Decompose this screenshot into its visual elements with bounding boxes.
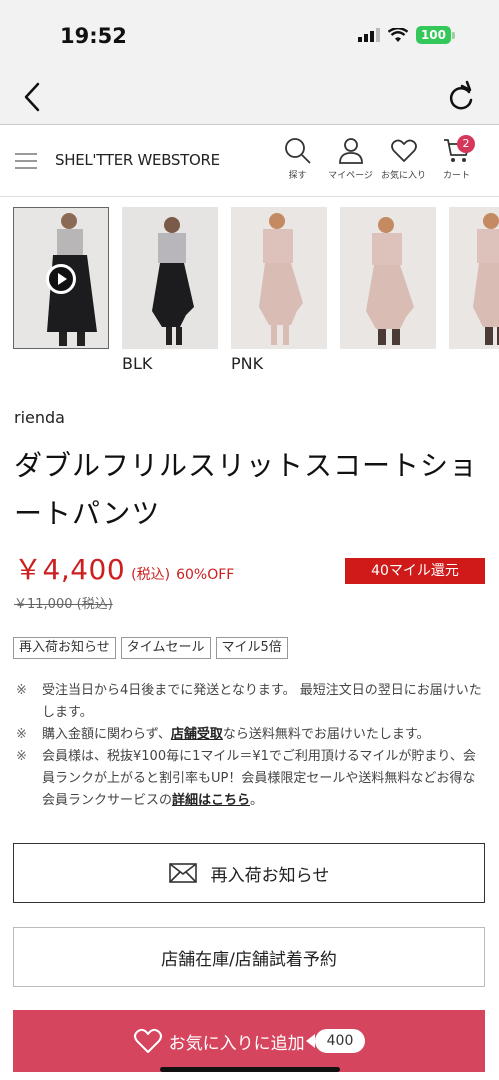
note-mark: ※ [16, 727, 27, 742]
home-indicator [160, 1067, 340, 1072]
thumbnail-video[interactable] [13, 207, 109, 349]
favorites-button[interactable]: お気に入り [377, 137, 430, 181]
battery-tip [452, 31, 455, 39]
tag-timesale: タイムセール [120, 637, 211, 659]
tag-list: 再入荷お知らせ タイムセール マイル5倍 [13, 637, 288, 659]
note-store-pre: 購入金額に関わらず、 [42, 727, 171, 742]
add-favorite-button[interactable]: お気に入りに追加 400 [13, 1010, 485, 1072]
menu-icon[interactable] [15, 153, 37, 169]
site-header: SHEL'TTER WEBSTORE 探す マイページ お気に入り カート 2 [0, 125, 499, 197]
note-member: ※ 会員様は、税抜¥100毎に1マイル＝¥1でご利用頂けるマイルが貯まり、会員ラ… [16, 746, 486, 812]
store-stock-label: 店舗在庫/店舗試着予約 [161, 949, 337, 970]
cart-label: カート [442, 171, 470, 181]
status-bar: 19:52 100 [0, 0, 499, 70]
thumbnail-pink-2[interactable] [340, 207, 436, 349]
cart-button[interactable]: カート 2 [430, 135, 483, 181]
price-row: ￥4,400 (税込) 60%OFF [14, 548, 234, 588]
wifi-icon [387, 27, 408, 42]
site-logo[interactable]: SHEL'TTER WEBSTORE [55, 151, 220, 169]
reload-icon[interactable] [445, 80, 477, 114]
product-title: ダブルフリルスリットスコートショートパンツ [14, 449, 479, 530]
status-icons: 100 [357, 26, 455, 44]
play-icon[interactable] [46, 264, 76, 294]
tag-mile: マイル5倍 [215, 637, 288, 659]
note-store-post: なら送料無料でお届けいたします。 [222, 727, 430, 742]
tax-label: (税込) [131, 567, 171, 583]
note-shipping: ※ 受注当日から4日後までに発送となります。 最短注文日の翌日にお届けいたします… [16, 680, 486, 724]
add-favorite-label: お気に入りに追加 [168, 1033, 305, 1054]
thumbnail-strip: BLK PNK [0, 197, 499, 377]
mypage-label: マイページ [328, 171, 373, 181]
status-time: 19:52 [60, 24, 127, 48]
browser-nav [0, 70, 499, 125]
mypage-button[interactable]: マイページ [324, 137, 377, 181]
heart-icon [390, 139, 417, 162]
thumbnail-black[interactable] [122, 207, 218, 349]
sale-price: ￥4,400 [14, 553, 126, 586]
favorites-label: お気に入り [380, 171, 426, 181]
search-button[interactable]: 探す [271, 137, 324, 181]
store-stock-button[interactable]: 店舗在庫/店舗試着予約 [13, 927, 485, 987]
original-price: ￥11,000 (税込) [14, 597, 113, 612]
header-icons: 探す マイページ お気に入り カート 2 [271, 135, 483, 181]
search-icon [284, 138, 311, 164]
note-member-post: 。 [250, 793, 264, 808]
note-shipping-text: 受注当日から4日後までに発送となります。 最短注文日の翌日にお届けいたします。 [42, 683, 482, 720]
details-link[interactable]: 詳細はこちら [172, 793, 250, 808]
search-label: 探す [288, 171, 307, 181]
product-photo-black [122, 207, 218, 349]
mile-badge: 40マイル還元 [345, 558, 485, 584]
battery-indicator: 100 [415, 26, 451, 44]
heart-outline-icon [133, 1028, 162, 1053]
favorite-count: 400 [305, 1029, 366, 1053]
signal-icon [357, 28, 380, 42]
note-store-pickup: ※ 購入金額に関わらず、店舗受取なら送料無料でお届けいたします。 [16, 724, 486, 746]
color-label-black: BLK [122, 354, 153, 373]
restock-notify-button[interactable]: 再入荷お知らせ [13, 843, 485, 903]
mail-icon [168, 863, 197, 883]
store-pickup-link[interactable]: 店舗受取 [171, 727, 223, 742]
note-store-pickup-text: 購入金額に関わらず、店舗受取なら送料無料でお届けいたします。 [42, 724, 430, 746]
note-member-text: 会員様は、税抜¥100毎に1マイル＝¥1でご利用頂けるマイルが貯まり、会員ランク… [42, 746, 486, 812]
cart-count-badge: 2 [457, 135, 475, 153]
thumbnail-pink-1[interactable] [231, 207, 327, 349]
color-label-pink: PNK [231, 354, 264, 373]
thumbnail-pink-3[interactable] [449, 207, 499, 349]
note-mark: ※ [16, 683, 27, 698]
product-photo-pink-3 [449, 207, 499, 349]
tag-restock: 再入荷お知らせ [13, 637, 116, 659]
brand-name[interactable]: rienda [14, 408, 65, 427]
product-photo-pink [231, 207, 327, 349]
back-icon[interactable] [18, 80, 48, 114]
notes: ※ 受注当日から4日後までに発送となります。 最短注文日の翌日にお届けいたします… [16, 680, 486, 812]
user-icon [338, 138, 363, 164]
note-mark: ※ [16, 749, 27, 764]
product-photo-pink-2 [340, 207, 436, 349]
discount-label: 60%OFF [176, 567, 235, 583]
restock-notify-label: 再入荷お知らせ [210, 865, 330, 886]
